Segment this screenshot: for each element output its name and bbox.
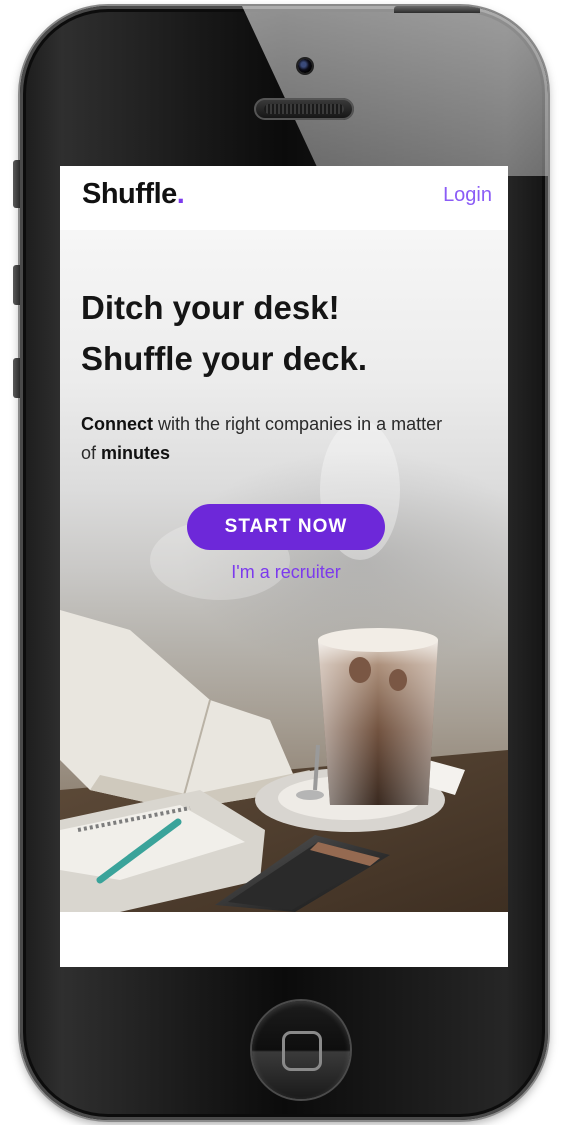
volume-up-button [13, 265, 20, 305]
speaker-grill [264, 104, 344, 114]
glass-glare [242, 6, 548, 176]
power-button [394, 6, 480, 13]
hero-tagline: Connect with the right companies in a ma… [81, 410, 461, 468]
home-square-icon [282, 1031, 322, 1071]
mute-switch [13, 160, 20, 208]
phone-screen: Shuffle. Login Ditch your desk! Shuffle … [60, 166, 508, 967]
recruiter-link[interactable]: I'm a recruiter [60, 562, 508, 583]
brand-name: Shuffle [82, 178, 177, 210]
hero-section: Ditch your desk! Shuffle your deck. Conn… [60, 230, 508, 912]
hero-title-line-2: Shuffle your deck. [81, 340, 368, 377]
tagline-connect: Connect [81, 414, 153, 434]
earpiece-speaker-icon [254, 98, 354, 120]
home-button-icon[interactable] [252, 1001, 350, 1099]
app-header: Shuffle. Login [60, 166, 508, 230]
login-link[interactable]: Login [443, 184, 492, 207]
front-camera-icon [298, 59, 312, 73]
hero-title: Ditch your desk! Shuffle your deck. [81, 282, 481, 384]
volume-down-button [13, 358, 20, 398]
tagline-minutes: minutes [101, 443, 171, 463]
start-now-button[interactable]: START NOW [187, 504, 385, 550]
brand-logo[interactable]: Shuffle. [82, 178, 185, 211]
brand-dot: . [176, 178, 185, 210]
hero-title-line-1: Ditch your desk! [81, 289, 340, 326]
